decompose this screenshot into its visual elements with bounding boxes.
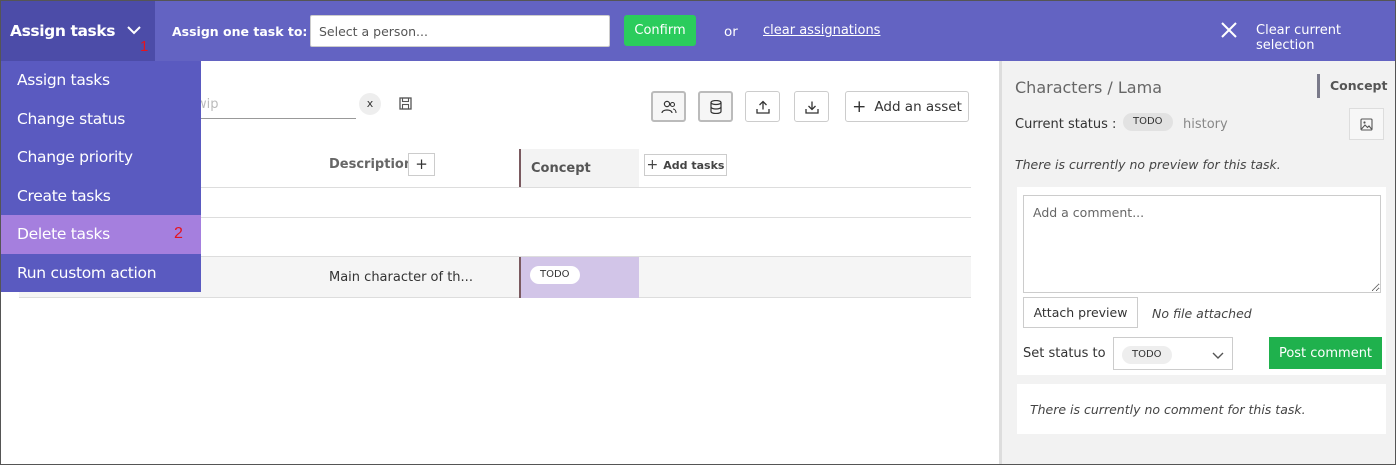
menu-item-label: Change priority (17, 148, 133, 167)
menu-item-change-priority[interactable]: Change priority (1, 138, 201, 177)
task-type-tag: Concept (1317, 74, 1387, 98)
concept-column-header[interactable]: Concept (519, 149, 639, 187)
add-asset-label: Add an asset (874, 98, 962, 115)
menu-item-create-tasks[interactable]: Create tasks (1, 177, 201, 216)
chevron-down-icon (127, 26, 141, 35)
show-infos-button[interactable] (698, 91, 733, 122)
add-tasks-label: Add tasks (663, 158, 725, 172)
search-underline (196, 118, 356, 119)
clear-search-button[interactable]: x (359, 93, 381, 115)
no-file-text: No file attached (1152, 306, 1252, 321)
show-assignations-button[interactable] (651, 91, 686, 122)
add-descriptor-button[interactable]: + (408, 153, 435, 176)
post-comment-button[interactable]: Post comment (1269, 337, 1382, 369)
task-info-panel: Characters / Lama Concept Current status… (999, 61, 1395, 464)
database-icon (709, 99, 722, 114)
menu-item-delete-tasks[interactable]: Delete tasks 2 (1, 215, 201, 254)
no-preview-text: There is currently no preview for this t… (1015, 157, 1281, 172)
download-icon (804, 101, 819, 114)
status-badge: TODO (530, 266, 580, 284)
close-icon[interactable] (1220, 21, 1238, 39)
confirm-button[interactable]: Confirm (624, 15, 696, 46)
comment-textarea[interactable] (1023, 195, 1381, 293)
description-column-header: Description (329, 157, 414, 172)
row-description: Main character of th... (329, 270, 473, 285)
export-button[interactable] (794, 91, 829, 122)
comment-list: There is currently no comment for this t… (1017, 384, 1386, 434)
menu-item-label: Delete tasks (17, 225, 110, 244)
annotation-marker: 2 (174, 225, 183, 242)
plus-icon: + (852, 96, 867, 117)
plus-icon: + (646, 157, 659, 173)
add-asset-button[interactable]: + Add an asset (845, 91, 969, 122)
status-badge: TODO (1122, 346, 1172, 364)
import-button[interactable] (745, 91, 780, 122)
save-icon[interactable] (399, 97, 412, 110)
action-type-label: Assign tasks (10, 22, 116, 40)
clear-assignations-link[interactable]: clear assignations (763, 23, 880, 38)
people-icon (660, 100, 677, 113)
preview-toggle-button[interactable] (1349, 108, 1384, 140)
comment-form: Attach preview No file attached Set stat… (1017, 187, 1386, 375)
set-status-label: Set status to (1023, 346, 1106, 361)
person-select-input[interactable] (310, 15, 610, 47)
menu-item-label: Assign tasks (17, 71, 110, 90)
concept-column-label: Concept (531, 160, 591, 176)
action-type-select[interactable]: Assign tasks 1 (1, 1, 155, 61)
image-icon (1360, 117, 1373, 131)
upload-icon (755, 100, 770, 114)
current-status-label: Current status : (1015, 117, 1117, 132)
clear-selection-button[interactable]: Clear current selection (1256, 23, 1395, 53)
task-cell-concept[interactable]: TODO (519, 257, 639, 298)
menu-item-change-status[interactable]: Change status (1, 100, 201, 139)
action-topbar: Assign tasks 1 Assign one task to: Confi… (1, 1, 1395, 61)
action-type-dropdown: Assign tasks Change status Change priori… (1, 61, 201, 292)
status-select[interactable]: TODO (1113, 337, 1233, 370)
menu-item-label: Run custom action (17, 263, 157, 282)
or-text: or (724, 24, 738, 40)
annotation-marker: 1 (140, 38, 149, 55)
status-badge: TODO (1123, 113, 1173, 131)
menu-item-assign-tasks[interactable]: Assign tasks (1, 61, 201, 100)
add-tasks-button[interactable]: + Add tasks (644, 154, 727, 176)
no-comment-text: There is currently no comment for this t… (1030, 402, 1306, 417)
menu-item-label: Create tasks (17, 186, 111, 205)
panel-title: Characters / Lama (1015, 78, 1162, 97)
assign-label: Assign one task to: (172, 24, 308, 39)
menu-item-run-custom-action[interactable]: Run custom action (1, 254, 201, 293)
chevron-down-icon (1212, 352, 1224, 359)
attach-preview-button[interactable]: Attach preview (1023, 297, 1138, 328)
history-link[interactable]: history (1183, 117, 1228, 132)
menu-item-label: Change status (17, 109, 125, 128)
